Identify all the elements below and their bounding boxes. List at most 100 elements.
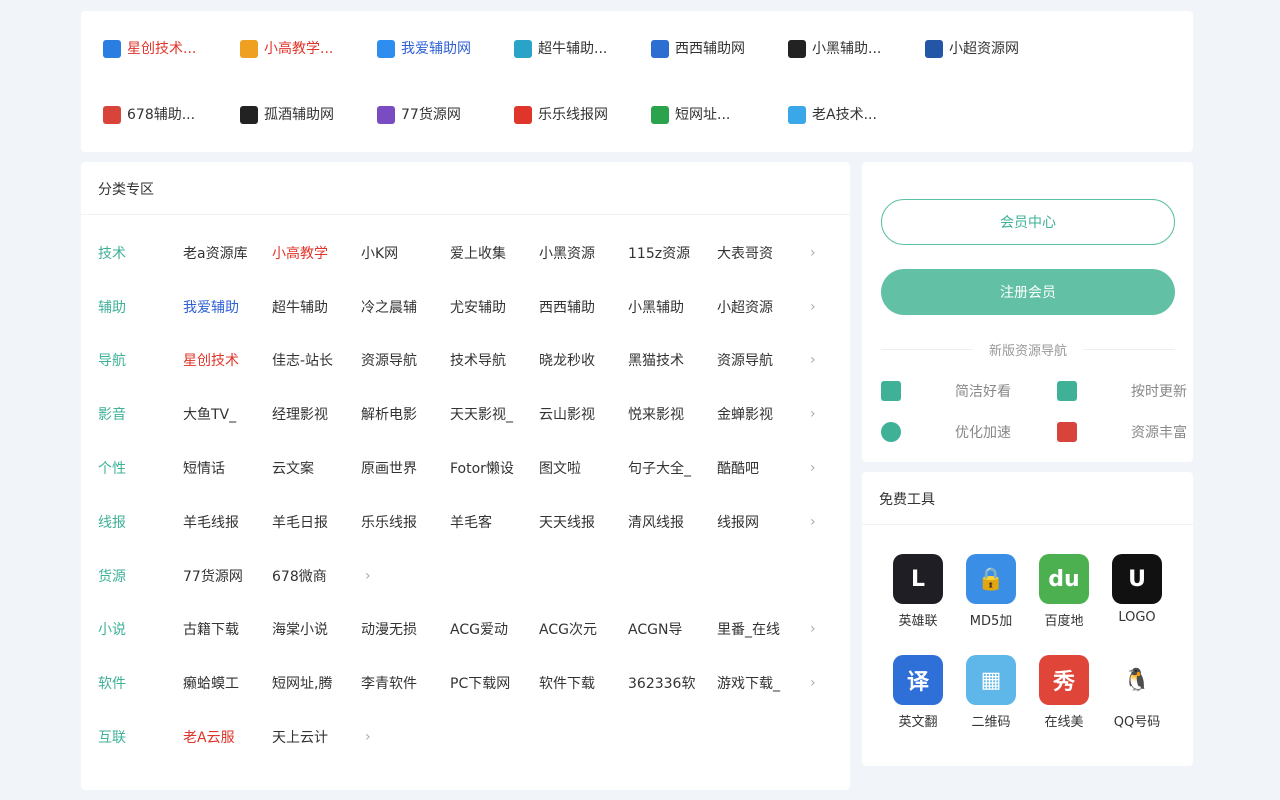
category-link[interactable]: 云山影视 [539,404,628,424]
category-link[interactable]: 技术导航 [450,350,539,370]
top-link[interactable]: 超牛辅助... [514,28,651,94]
category-link[interactable]: 羊毛日报 [272,512,361,532]
tool-item[interactable]: U LOGO [1107,554,1167,625]
category-link[interactable]: 佳志-站长 [272,350,361,370]
category-link[interactable]: 晓龙秒收 [539,350,628,370]
top-link[interactable]: 678辅助... [103,94,240,160]
category-link[interactable]: 短网址,腾 [272,673,361,693]
top-link[interactable]: 77货源网 [377,94,514,160]
category-link[interactable]: 软件下载 [539,673,628,693]
category-link[interactable]: Fotor懒设 [450,458,539,478]
chevron-right-icon[interactable]: › [810,514,830,530]
category-link[interactable]: 云文案 [272,458,361,478]
tool-item[interactable]: du 百度地 [1034,554,1094,629]
category-link[interactable]: 乐乐线报 [361,512,450,532]
register-member-button[interactable]: 注册会员 [881,269,1175,315]
category-link[interactable]: 癞蛤蟆工 [183,673,272,693]
category-link[interactable]: 小K网 [361,243,450,263]
category-link[interactable]: 羊毛客 [450,512,539,532]
category-link[interactable]: ACG次元 [539,619,628,639]
chevron-right-icon[interactable]: › [810,299,830,315]
category-link[interactable]: 天天线报 [539,512,628,532]
category-link[interactable]: 悦来影视 [628,404,717,424]
category-link[interactable]: 游戏下载_ [717,673,806,693]
top-link-label: 星创技术... [127,41,197,57]
category-link[interactable]: PC下载网 [450,673,539,693]
top-link[interactable]: 小高教学... [240,28,377,94]
category-link[interactable]: 超牛辅助 [272,297,361,317]
chevron-right-icon[interactable]: › [810,406,830,422]
category-name: 小说 [98,622,126,639]
category-link[interactable]: 羊毛线报 [183,512,272,532]
category-link[interactable]: 资源导航 [717,350,806,370]
top-link-label: 超牛辅助... [538,41,608,57]
chevron-right-icon[interactable]: › [365,729,385,745]
tool-item[interactable]: L 英雄联 [888,554,948,629]
category-link[interactable]: 小超资源 [717,297,806,317]
top-link[interactable]: 孤酒辅助网 [240,94,377,160]
category-link[interactable]: 原画世界 [361,458,450,478]
category-link[interactable]: 李青软件 [361,673,450,693]
top-link[interactable]: 短网址... [651,94,788,160]
qq-penguin-icon [240,106,258,124]
category-link[interactable]: 小高教学 [272,243,361,263]
top-link[interactable]: 乐乐线报网 [514,94,651,160]
category-link[interactable]: 老a资源库 [183,243,272,263]
category-link[interactable]: 大表哥资 [717,243,806,263]
category-link[interactable]: 星创技术 [183,350,272,370]
category-link[interactable]: 爱上收集 [450,243,539,263]
top-link[interactable]: 小超资源网 [925,28,1062,94]
category-link[interactable]: 图文啦 [539,458,628,478]
category-link[interactable]: 古籍下载 [183,619,272,639]
chevron-right-icon[interactable]: › [810,621,830,637]
category-link[interactable]: 老A云服 [183,727,272,747]
tool-item[interactable]: 译英文翻 [888,655,948,730]
chevron-right-icon[interactable]: › [810,675,830,691]
category-link[interactable]: 678微商 [272,566,361,586]
chevron-right-icon[interactable]: › [810,245,830,261]
category-link[interactable]: 资源导航 [361,350,450,370]
category-link[interactable]: 西西辅助 [539,297,628,317]
category-link[interactable]: 动漫无损 [361,619,450,639]
category-link[interactable]: 小黑资源 [539,243,628,263]
tool-item[interactable]: ▦ 二维码 [961,655,1021,730]
category-link[interactable]: 77货源网 [183,566,272,586]
category-link[interactable]: 天上云计 [272,727,361,747]
category-link[interactable]: 解析电影 [361,404,450,424]
tool-item[interactable]: 🐧 QQ号码 [1107,655,1167,730]
tool-item[interactable]: 秀在线美 [1034,655,1094,730]
tool-item[interactable]: 🔒 MD5加 [961,554,1021,629]
category-link[interactable]: 里番_在线 [717,619,806,639]
top-link[interactable]: 小黑辅助... [788,28,925,94]
top-link[interactable]: 星创技术... [103,28,240,94]
top-link[interactable]: 西西辅助网 [651,28,788,94]
category-link[interactable]: 黑猫技术 [628,350,717,370]
category-link[interactable]: ACG爱动 [450,619,539,639]
category-link[interactable]: 短情话 [183,458,272,478]
category-link[interactable]: 句子大全_ [628,458,717,478]
category-link[interactable]: 362336软 [628,673,717,693]
category-link[interactable]: 酷酷吧 [717,458,806,478]
category-link[interactable]: 海棠小说 [272,619,361,639]
divider-line-right [1083,349,1176,350]
edit-square-icon [377,40,395,58]
chevron-right-icon[interactable]: › [810,460,830,476]
category-link[interactable]: 115z资源 [628,243,717,263]
category-link[interactable]: 金蝉影视 [717,404,806,424]
member-center-button[interactable]: 会员中心 [881,199,1175,245]
top-link[interactable]: 我爱辅助网 [377,28,514,94]
category-link[interactable]: ACGN导 [628,619,717,639]
top-link[interactable]: 老A技术... [788,94,925,160]
chevron-right-icon[interactable]: › [810,352,830,368]
feature-label: 优化加速 [955,425,1011,441]
category-link[interactable]: 我爱辅助 [183,297,272,317]
category-link[interactable]: 清风线报 [628,512,717,532]
category-link[interactable]: 小黑辅助 [628,297,717,317]
category-link[interactable]: 线报网 [717,512,806,532]
chevron-right-icon[interactable]: › [365,568,385,584]
category-link[interactable]: 大鱼TV_ [183,404,272,424]
category-link[interactable]: 冷之晨辅 [361,297,450,317]
category-link[interactable]: 尤安辅助 [450,297,539,317]
category-link[interactable]: 天天影视_ [450,404,539,424]
category-link[interactable]: 经理影视 [272,404,361,424]
